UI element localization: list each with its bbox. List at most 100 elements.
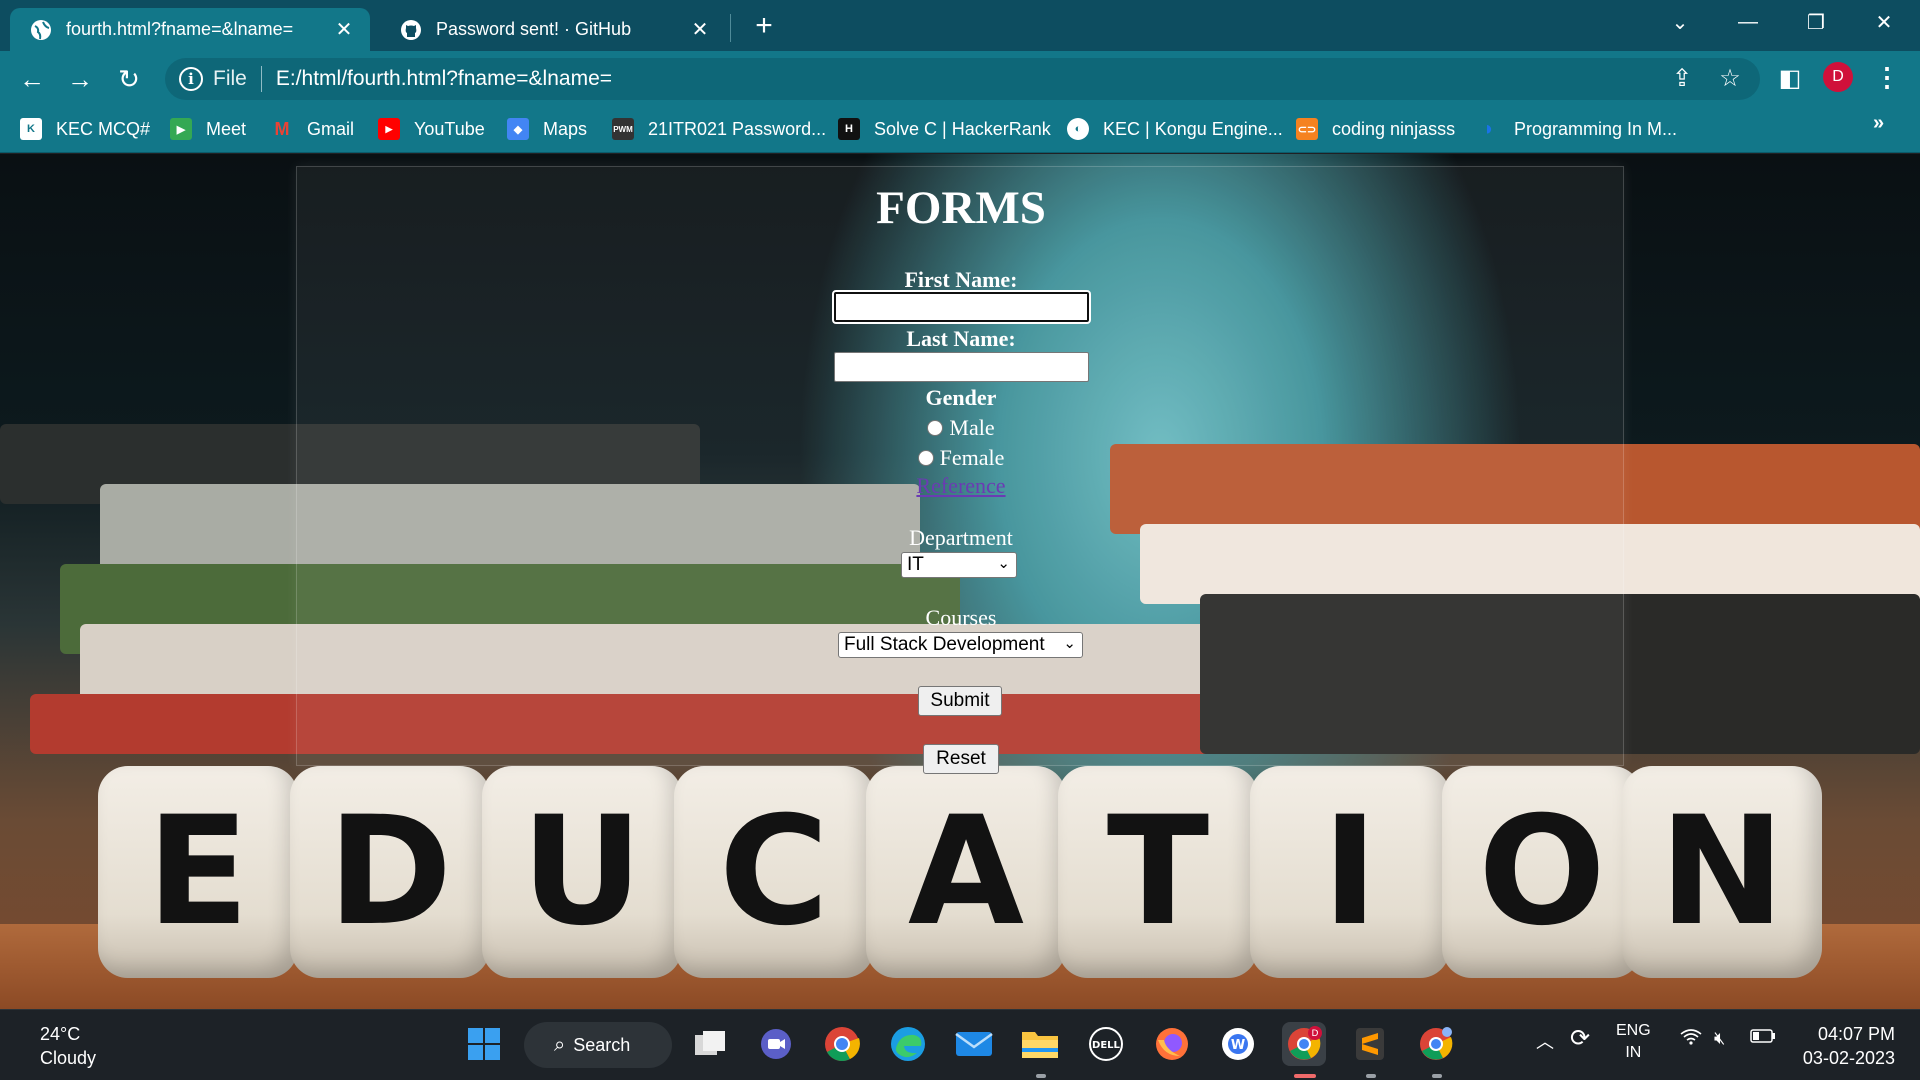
edge-icon[interactable] bbox=[886, 1022, 930, 1066]
task-view-icon[interactable] bbox=[688, 1022, 732, 1066]
browser-titlebar: fourth.html?fname=&lname= ✕ Password sen… bbox=[0, 0, 1920, 51]
svg-text:W: W bbox=[1231, 1038, 1245, 1053]
teams-chat-icon[interactable] bbox=[754, 1022, 798, 1066]
programming-icon: ◗ bbox=[1482, 117, 1496, 140]
address-bar[interactable]: i File E:/html/fourth.html?fname=&lname= bbox=[165, 58, 1760, 100]
female-radio[interactable] bbox=[917, 450, 934, 466]
gender-option-female[interactable]: Female bbox=[297, 445, 1625, 471]
bookmarks-overflow-icon[interactable]: » bbox=[1873, 112, 1884, 135]
tab-search-chevron-icon[interactable]: ⌄ bbox=[1660, 6, 1700, 38]
bookmark-kec-kongu[interactable]: ◐ KEC | Kongu Engine... bbox=[1067, 115, 1283, 143]
courses-select[interactable]: Full Stack Development ⌄ bbox=[838, 632, 1083, 658]
form-title: FORMS bbox=[876, 182, 1046, 234]
show-hidden-icons-chevron-icon[interactable]: ︿ bbox=[1536, 1028, 1554, 1054]
bookmark-youtube[interactable]: ▶ YouTube bbox=[378, 115, 485, 143]
running-indicator bbox=[1366, 1074, 1376, 1078]
share-icon[interactable]: ⇪ bbox=[1667, 63, 1697, 93]
running-indicator bbox=[1036, 1074, 1046, 1078]
language-indicator[interactable]: ENG IN bbox=[1616, 1020, 1651, 1064]
education-die: O bbox=[1442, 766, 1642, 978]
close-window-icon[interactable]: ✕ bbox=[1864, 6, 1904, 38]
chrome-icon[interactable] bbox=[820, 1022, 864, 1066]
first-name-input[interactable] bbox=[832, 290, 1091, 324]
hackerrank-icon: H bbox=[838, 118, 860, 140]
profile-avatar[interactable]: D bbox=[1823, 62, 1853, 92]
firefox-icon[interactable] bbox=[1150, 1022, 1194, 1066]
weather-widget[interactable]: 24°C Cloudy bbox=[40, 1022, 96, 1070]
bookmark-coding-ninjas[interactable]: ⊂⊃ coding ninjasss bbox=[1296, 115, 1455, 143]
running-indicator bbox=[1432, 1074, 1442, 1078]
bookmark-password[interactable]: PWM 21ITR021 Password... bbox=[612, 115, 826, 143]
close-tab-icon[interactable]: ✕ bbox=[688, 18, 712, 42]
url-text[interactable]: E:/html/fourth.html?fname=&lname= bbox=[276, 67, 1760, 91]
battery-icon[interactable] bbox=[1750, 1028, 1776, 1049]
bookmark-maps[interactable]: ◆ Maps bbox=[507, 115, 587, 143]
windows-start-icon[interactable] bbox=[462, 1022, 506, 1066]
reference-link[interactable]: Reference bbox=[916, 473, 1005, 498]
back-arrow-icon[interactable]: ← bbox=[15, 62, 49, 96]
bookmark-label: Gmail bbox=[307, 118, 355, 139]
menu-dots-icon[interactable]: ⋮ bbox=[1872, 60, 1902, 94]
department-select[interactable]: IT ⌄ bbox=[901, 552, 1017, 578]
speaker-muted-icon[interactable]: 🔇︎ bbox=[1714, 1028, 1725, 1049]
windows-taskbar: 24°C Cloudy ⌕ Search DELL W D ︿ ⟳ ENG IN… bbox=[0, 1009, 1920, 1080]
chrome-canary-icon[interactable] bbox=[1414, 1022, 1458, 1066]
gender-option-male[interactable]: Male bbox=[297, 415, 1625, 441]
tab-title: fourth.html?fname=&lname= bbox=[66, 19, 294, 39]
chrome-profile-icon[interactable]: D bbox=[1282, 1022, 1326, 1066]
browser-toolbar: ← → ↻ i File E:/html/fourth.html?fname=&… bbox=[0, 51, 1920, 106]
bookmark-label: 21ITR021 Password... bbox=[648, 118, 827, 139]
search-label: Search bbox=[573, 1034, 631, 1055]
maps-icon: ◆ bbox=[507, 118, 529, 140]
restore-icon[interactable]: ❐ bbox=[1796, 6, 1836, 38]
system-clock[interactable]: 04:07 PM 03-02-2023 bbox=[1795, 1022, 1895, 1070]
sublime-text-icon[interactable] bbox=[1348, 1022, 1392, 1066]
bookmarks-bar: K KEC MCQ# ▶ Meet M Gmail ▶ YouTube ◆ Ma… bbox=[0, 106, 1920, 153]
education-die: C bbox=[674, 766, 874, 978]
new-tab-button[interactable]: + bbox=[748, 9, 780, 42]
address-divider bbox=[260, 66, 262, 92]
chevron-down-icon: ⌄ bbox=[997, 555, 1010, 572]
bookmark-label: KEC | Kongu Engine... bbox=[1103, 118, 1283, 139]
onedrive-sync-icon[interactable]: ⟳ bbox=[1570, 1024, 1590, 1053]
last-name-input[interactable] bbox=[834, 352, 1089, 382]
scheme-label: File bbox=[213, 67, 247, 90]
side-panel-icon[interactable]: ◧ bbox=[1775, 63, 1805, 93]
svg-text:D: D bbox=[1312, 1029, 1319, 1039]
bookmark-label: Meet bbox=[206, 118, 247, 139]
close-tab-icon[interactable]: ✕ bbox=[332, 18, 356, 42]
dell-icon[interactable]: DELL bbox=[1084, 1022, 1128, 1066]
forward-arrow-icon[interactable]: → bbox=[63, 62, 97, 96]
bookmark-label: Programming In M... bbox=[1514, 118, 1678, 139]
bookmark-label: Maps bbox=[543, 118, 588, 139]
bookmark-meet[interactable]: ▶ Meet bbox=[170, 115, 246, 143]
taskbar-search[interactable]: ⌕ Search bbox=[524, 1022, 672, 1068]
site-info-icon[interactable]: i bbox=[179, 67, 203, 91]
education-die: D bbox=[290, 766, 490, 978]
tab-fourth-html[interactable]: fourth.html?fname=&lname= ✕ bbox=[10, 8, 370, 51]
wifi-icon[interactable] bbox=[1680, 1028, 1702, 1051]
reference-link-wrapper: Reference bbox=[297, 473, 1625, 499]
bookmark-star-icon[interactable]: ☆ bbox=[1715, 63, 1745, 93]
bookmark-hackerrank[interactable]: H Solve C | HackerRank bbox=[838, 115, 1051, 143]
male-label: Male bbox=[949, 415, 995, 440]
minimize-icon[interactable]: — bbox=[1728, 6, 1768, 38]
reset-button[interactable]: Reset bbox=[923, 744, 999, 774]
region-code: IN bbox=[1625, 1044, 1642, 1061]
submit-button[interactable]: Submit bbox=[918, 686, 1002, 716]
bookmark-label: KEC MCQ# bbox=[56, 118, 151, 139]
bookmark-label: coding ninjasss bbox=[1332, 118, 1456, 139]
signal-app-icon[interactable]: W bbox=[1216, 1022, 1260, 1066]
reload-icon[interactable]: ↻ bbox=[112, 62, 146, 96]
tab-github[interactable]: Password sent! · GitHub ✕ bbox=[380, 8, 726, 51]
bookmark-kec-mcq[interactable]: K KEC MCQ# bbox=[20, 115, 150, 143]
bookmark-programming[interactable]: ◗ Programming In M... bbox=[1478, 115, 1677, 143]
female-label: Female bbox=[939, 445, 1005, 470]
page-viewport: E D U C A T I O N FORMS First Name: Last… bbox=[0, 154, 1920, 1009]
bookmark-gmail[interactable]: M Gmail bbox=[271, 115, 355, 143]
male-radio[interactable] bbox=[927, 420, 944, 436]
education-die: U bbox=[482, 766, 682, 978]
mail-icon[interactable] bbox=[952, 1022, 996, 1066]
clock-time: 04:07 PM bbox=[1817, 1024, 1895, 1044]
file-explorer-icon[interactable] bbox=[1018, 1022, 1062, 1066]
